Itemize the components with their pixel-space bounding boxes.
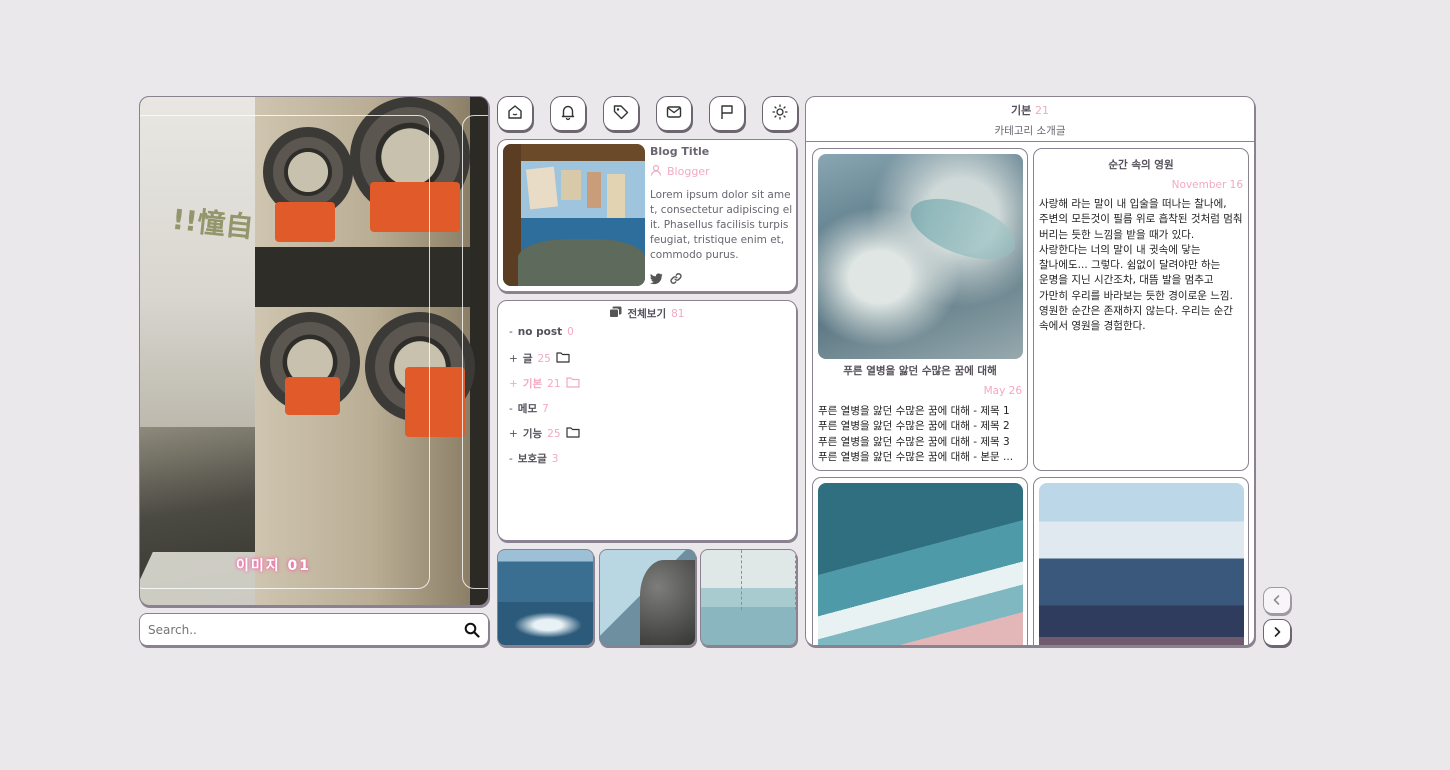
category-item[interactable]: - no post 0: [509, 326, 574, 338]
bell-icon: [559, 103, 577, 125]
post-card[interactable]: 푸른 열병을 앓던 수많은 꿈에 대해 May 26 푸른 열병을 앓던 수많은…: [812, 148, 1028, 471]
profile-photo: [503, 144, 645, 286]
post-excerpt: 사랑해 라는 말이 내 입술을 떠나는 찰나에, 주변의 모든것이 필름 위로 …: [1039, 198, 1243, 333]
post-image: [1039, 483, 1244, 645]
post-title: 푸른 열병을 앓던 수많은 꿈에 대해: [843, 365, 997, 377]
post-card[interactable]: [812, 477, 1028, 645]
home-button[interactable]: [497, 96, 533, 131]
category-all[interactable]: 전체보기 81: [498, 306, 796, 321]
category-list: 전체보기 81 - no post 0 + 글 25 + 기본 21- 메모 7 + 기능 25- 보호글 3: [497, 300, 797, 541]
flag-button[interactable]: [709, 96, 745, 131]
user-icon: [650, 164, 662, 179]
chevron-right-icon: [1271, 623, 1283, 642]
category-item[interactable]: + 기본 21: [509, 376, 580, 391]
theme-toggle-button[interactable]: [762, 96, 798, 131]
category-count: 7: [542, 402, 549, 415]
link-icon[interactable]: [669, 270, 683, 289]
category-count: 3: [551, 452, 559, 465]
blog-description: Lorem ipsum dolor sit amet, consectetur …: [650, 189, 793, 261]
category-marker[interactable]: -: [509, 326, 513, 338]
copy-icon: [609, 306, 622, 321]
thumbnail-sea-2[interactable]: [700, 549, 797, 646]
main-header: 기본 21 카테고리 소개글: [806, 97, 1254, 142]
social-links: [650, 270, 683, 289]
post-date: November 16: [1171, 179, 1243, 191]
category-count: 25: [547, 427, 561, 440]
folder-icon: [565, 376, 580, 391]
prev-page-button[interactable]: [1263, 587, 1291, 614]
chevron-left-icon: [1271, 591, 1283, 610]
search-bar: [139, 613, 489, 646]
category-label: 기본: [522, 378, 543, 390]
category-label: no post: [517, 326, 563, 338]
search-icon[interactable]: [464, 622, 480, 638]
category-marker[interactable]: +: [509, 428, 518, 440]
category-marker[interactable]: +: [509, 378, 518, 390]
post-excerpt: 푸른 열병을 앓던 수많은 꿈에 대해 - 제목 1 푸른 열병을 앓던 수많은…: [818, 405, 1014, 463]
flag-icon: [718, 103, 736, 125]
category-item[interactable]: + 기능 25: [509, 426, 580, 441]
tag-button[interactable]: [603, 96, 639, 131]
mail-icon: [665, 103, 683, 125]
profile-card: Blog Title Blogger Lorem ipsum dolor sit…: [497, 139, 797, 292]
category-item[interactable]: + 글 25: [509, 351, 570, 366]
category-count: 21: [547, 377, 561, 390]
category-item[interactable]: - 메모 7: [509, 401, 549, 416]
hero-caption: 이미지 01: [236, 558, 311, 574]
post-image: [818, 154, 1023, 359]
post-title: 순간 속의 영원: [1108, 159, 1174, 171]
category-item[interactable]: - 보호글 3: [509, 451, 558, 466]
mail-button[interactable]: [656, 96, 692, 131]
post-card[interactable]: 순간 속의 영원 November 16 사랑해 라는 말이 내 입술을 떠나는…: [1033, 148, 1249, 471]
category-count: 25: [537, 352, 551, 365]
twitter-icon[interactable]: [650, 270, 663, 289]
tag-icon: [612, 103, 630, 125]
hero-overlay-text: !!憧自: [170, 202, 255, 245]
home-icon: [506, 103, 524, 125]
search-input[interactable]: [148, 621, 458, 639]
thumbnail-sea-1[interactable]: [497, 549, 594, 646]
main-panel: 기본 21 카테고리 소개글 푸른 열병을 앓던 수많은 꿈에 대해 May 2…: [805, 96, 1255, 646]
main-subtitle: 카테고리 소개글: [994, 125, 1066, 137]
category-marker[interactable]: -: [509, 453, 513, 465]
blogger-name[interactable]: Blogger: [650, 164, 710, 179]
folder-icon: [556, 351, 570, 366]
category-label: 글: [522, 353, 533, 365]
category-marker[interactable]: +: [509, 353, 518, 365]
notification-button[interactable]: [550, 96, 586, 131]
main-count: 21: [1035, 104, 1050, 117]
main-title: 기본: [1010, 104, 1032, 117]
post-date: May 26: [983, 385, 1022, 397]
hero-image[interactable]: !!憧自 이미지 01: [139, 96, 489, 606]
next-page-button[interactable]: [1263, 619, 1291, 646]
category-label: 기능: [522, 428, 543, 440]
category-all-count: 81: [671, 307, 685, 320]
sun-icon: [771, 103, 789, 125]
category-marker[interactable]: -: [509, 403, 513, 415]
thumbnail-rocks[interactable]: [599, 549, 696, 646]
post-image: [818, 483, 1023, 645]
category-label: 메모: [517, 403, 538, 415]
post-card[interactable]: [1033, 477, 1249, 645]
folder-icon: [565, 426, 580, 441]
category-count: 0: [567, 326, 574, 338]
blog-title[interactable]: Blog Title: [650, 145, 709, 158]
category-label: 보호글: [517, 453, 547, 465]
